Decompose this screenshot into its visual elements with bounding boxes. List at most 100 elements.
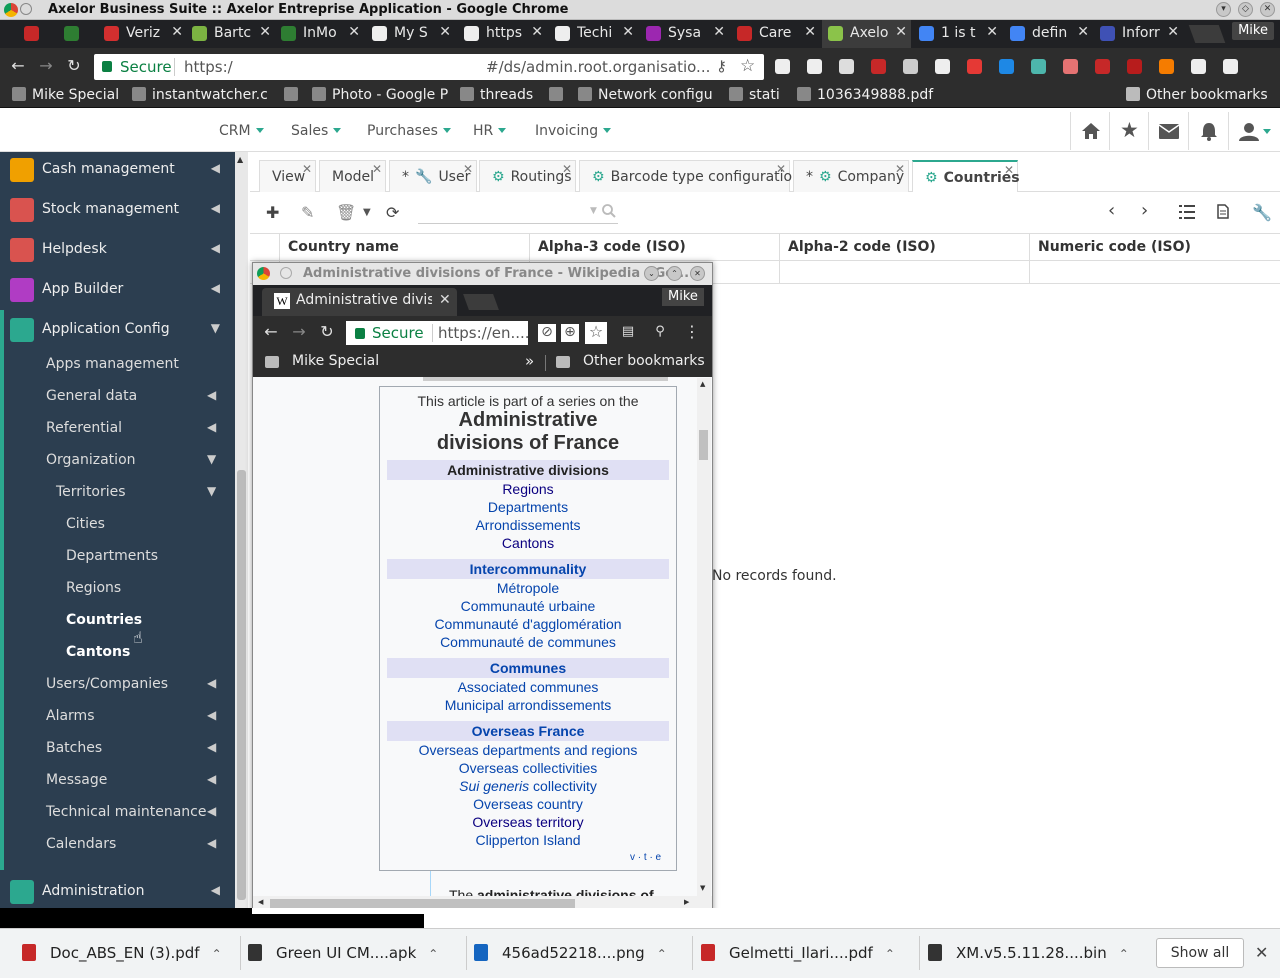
extension-icon[interactable] [775,59,790,74]
scroll-down-arrow-icon[interactable]: ▼ [700,884,705,892]
chevron-up-icon[interactable]: ⌃ [1119,947,1129,961]
bookmark-item[interactable] [549,87,569,103]
infobox-link[interactable]: Overseas territory [379,814,677,830]
infobox-link[interactable]: Departments [379,499,677,515]
popup-other-bookmarks[interactable]: Other bookmarks [583,353,705,369]
ring-icon[interactable] [1191,59,1206,74]
zoom-icon[interactable] [807,59,822,74]
popup-tab-wikipedia[interactable]: W Administrative divisions of France ✕ [262,288,457,316]
app-menu-crm[interactable]: CRM [219,123,264,139]
scroll-up-arrow-icon[interactable]: ▲ [237,155,243,164]
infobox-section-heading[interactable]: Intercommunality [387,559,669,579]
reload-icon[interactable]: ↻ [317,322,337,342]
notifications-button[interactable] [1188,112,1228,150]
sidebar-subitem[interactable]: Departments [66,548,216,568]
menu-dots-icon[interactable]: ⋮ [682,322,702,342]
chevron-up-icon[interactable]: ⌃ [212,947,222,961]
show-all-downloads-button[interactable]: Show all [1156,938,1244,968]
sidebar-subitem[interactable]: Cantons [66,644,216,664]
delete-trash-icon[interactable]: 🗑 [336,203,356,222]
sidebar-item[interactable]: Stock management ◀ [0,190,234,230]
next-page-icon[interactable]: › [1141,200,1148,221]
sidebar-item-administration[interactable]: Administration ◀ [0,872,234,912]
bookmark-item[interactable]: instantwatcher.c [132,87,268,103]
ublock-icon[interactable] [1127,59,1142,74]
close-tab-icon[interactable]: ✕ [372,162,382,176]
bookmark-item[interactable]: threads [460,87,533,103]
browser-tab[interactable]: Care ✕ [731,20,820,48]
close-tab-icon[interactable]: ✕ [531,24,543,40]
blue-ext-icon[interactable] [999,59,1014,74]
infobox-link[interactable]: Sui generis collectivity [379,778,677,794]
sidebar-subitem[interactable]: Referential ◀ [46,420,216,440]
close-tab-icon[interactable]: ✕ [895,24,907,40]
browser-tab[interactable]: Techi ✕ [549,20,638,48]
cookie-icon[interactable] [1159,59,1174,74]
download-item[interactable]: Green UI CM....apk ⌃ [248,944,438,962]
browser-tab[interactable]: My S ✕ [366,20,455,48]
close-tab-icon[interactable]: ✕ [439,292,451,308]
browser-tab[interactable]: InMo ✕ [275,20,364,48]
infobox-link[interactable]: Communauté urbaine [379,598,677,614]
favorites-button[interactable]: ★ [1109,112,1149,150]
view-tab-countries[interactable]: ⚙ Countries ✕ [912,160,1020,192]
view-tab-barcode-type-configuration[interactable]: ⚙ Barcode type configuration ✕ [579,160,801,192]
sidebar-subitem[interactable]: Regions [66,580,216,600]
star-icon[interactable]: ☆ [585,322,607,344]
close-tab-icon[interactable]: ✕ [171,24,183,40]
blocked-icon[interactable]: ⊘ [538,324,556,342]
sidebar-subitem[interactable]: Batches ◀ [46,740,216,760]
sidebar-subitem[interactable]: Organization ▼ [46,452,216,472]
sidebar-subitem[interactable]: Apps management [46,356,216,376]
popup-profile-badge[interactable]: Mike [662,288,704,306]
google-ext-icon[interactable] [935,59,950,74]
infobox-link[interactable]: Communauté de communes [379,634,677,650]
sidebar-subitem[interactable]: Calendars ◀ [46,836,216,856]
new-record-button[interactable]: ✚ [266,203,279,222]
reload-icon[interactable]: ↻ [64,56,84,76]
bookmark-item[interactable]: 1036349888.pdf [797,87,933,103]
close-tab-icon[interactable]: ✕ [348,24,360,40]
close-tab-icon[interactable]: ✕ [1077,24,1089,40]
more-bookmarks-chevron[interactable]: » [525,352,534,370]
list-view-icon[interactable] [1179,205,1195,219]
scroll-right-arrow-icon[interactable]: ▶ [684,898,689,906]
column-header[interactable]: Country name [288,239,399,255]
popup-minimize-button[interactable]: ⌄ [644,266,659,281]
close-tab-icon[interactable]: ✕ [895,162,905,176]
close-tab-icon[interactable]: ✕ [622,24,634,40]
maximize-button[interactable]: ◇ [1238,2,1253,17]
red-ext-icon[interactable] [1095,59,1110,74]
zoom-icon[interactable]: ⊕ [561,324,579,342]
close-tab-icon[interactable]: ✕ [302,162,312,176]
app-menu-sales[interactable]: Sales [291,123,342,139]
infobox-link[interactable]: Arrondissements [379,517,677,533]
infobox-link[interactable]: Communauté d'agglomération [379,616,677,632]
bookmark-item[interactable]: Photo - Google P [312,87,448,103]
close-tab-icon[interactable]: ✕ [439,24,451,40]
browser-tab[interactable]: Axelo ✕ [822,20,911,48]
wrench-settings-icon[interactable]: 🔧 [1252,203,1272,222]
back-icon[interactable]: ← [261,322,281,342]
infobox-link[interactable]: Overseas country [379,796,677,812]
sidebar-subitem[interactable]: Territories ▼ [56,484,216,504]
close-tab-icon[interactable]: ✕ [463,162,473,176]
download-item[interactable]: XM.v5.5.11.28....bin ⌃ [928,944,1129,962]
document-view-icon[interactable] [1217,204,1229,219]
browser-tab[interactable]: defin ✕ [1004,20,1093,48]
pin-icon[interactable] [280,267,292,279]
sidebar-item[interactable]: App Builder ◀ [0,270,234,310]
infobox-link[interactable]: Cantons [379,535,677,551]
close-tab-icon[interactable]: ✕ [1004,163,1014,177]
infobox-link[interactable]: Overseas collectivities [379,760,677,776]
infobox-link[interactable]: Overseas departments and regions [379,742,677,758]
refresh-icon[interactable]: ⟳ [386,203,399,222]
omnibox[interactable]: Secure https:/ #/ds/admin.root.organisat… [94,54,764,80]
close-tab-icon[interactable]: ✕ [776,162,786,176]
close-tab-icon[interactable]: ✕ [986,24,998,40]
browser-tab[interactable]: Sysa ✕ [640,20,729,48]
forward-icon[interactable]: → [36,56,56,76]
infobox-link[interactable]: Clipperton Island [379,832,677,848]
share-icon[interactable] [839,59,854,74]
extension-search-icon[interactable]: ⚲ [650,322,670,342]
